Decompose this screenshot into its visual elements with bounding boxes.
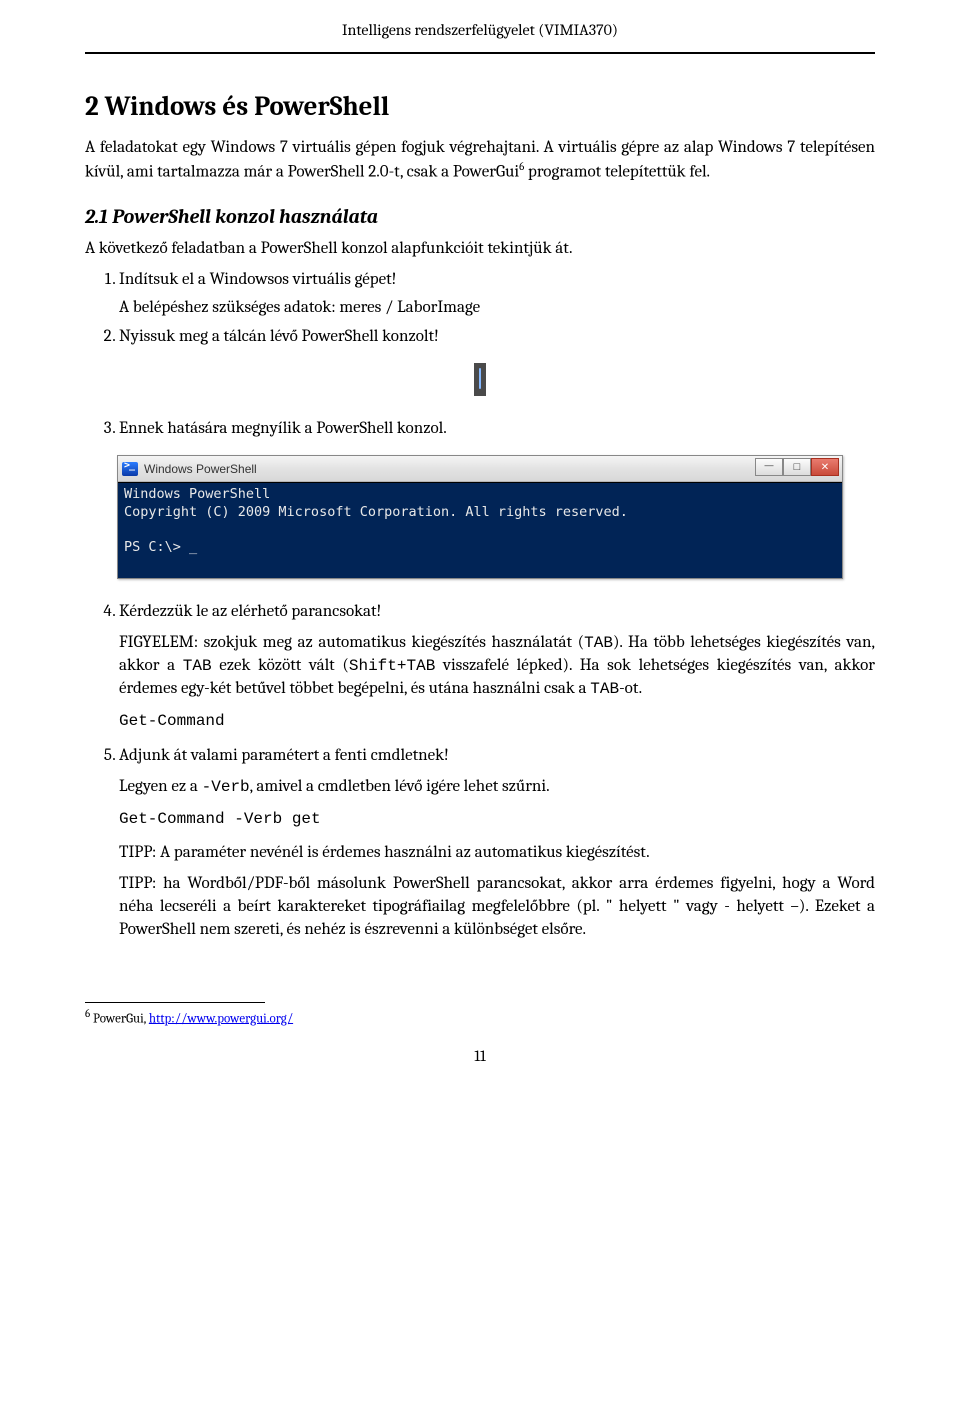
powershell-window-icon [122, 462, 138, 476]
step-5-sub: Legyen ez a -Verb, amivel a cmdletben lé… [119, 776, 875, 799]
powershell-taskbar-icon-figure [85, 363, 875, 396]
step-1-sub: A belépéshez szükséges adatok: meres / L… [119, 297, 875, 320]
step-3: Ennek hatására megnyílik a PowerShell ko… [119, 418, 875, 441]
key-tab-1: TAB [584, 634, 613, 652]
verb-flag: -Verb [202, 778, 250, 796]
step-4-text: Kérdezzük le az elérhető parancsokat! [119, 602, 381, 621]
intro-text-a: A feladatokat egy Windows 7 virtuális gé… [85, 138, 875, 182]
intro-text-b: programot telepítettük fel. [524, 163, 710, 182]
footnote-separator [85, 1002, 265, 1003]
minimize-button [755, 458, 783, 476]
note-a: FIGYELEM: szokjuk meg az automatikus kie… [119, 633, 584, 652]
step-5-sub-b: , amivel a cmdletben lévő igére lehet sz… [250, 777, 550, 796]
section-heading: 2 Windows és PowerShell [85, 89, 875, 125]
key-tab-2: TAB [183, 657, 212, 675]
note-c: ezek között vált ( [212, 656, 349, 675]
step-2-text: Nyissuk meg a tálcán lévő PowerShell kon… [119, 327, 439, 346]
console-output: Windows PowerShell Copyright (C) 2009 Mi… [118, 482, 842, 578]
console-line-1: Windows PowerShell [124, 486, 270, 502]
step-2: Nyissuk meg a tálcán lévő PowerShell kon… [119, 326, 875, 349]
key-shift-tab: Shift+TAB [349, 657, 435, 675]
tip-2: TIPP: ha Wordből/PDF-ből másolunk PowerS… [119, 873, 875, 942]
console-line-2: Copyright (C) 2009 Microsoft Corporation… [124, 504, 628, 520]
close-button [811, 458, 839, 476]
console-prompt: PS C:\> _ [124, 539, 197, 555]
step-5: Adjunk át valami paramétert a fenti cmdl… [119, 745, 875, 799]
footnote-link[interactable]: http://www.powergui.org/ [149, 1011, 293, 1026]
step-4-note: FIGYELEM: szokjuk meg az automatikus kie… [119, 632, 875, 701]
footnote-label: PowerGui, [90, 1011, 149, 1026]
powershell-window-screenshot: Windows PowerShell Windows PowerShell Co… [117, 455, 843, 579]
footnote-6: 6 PowerGui, http://www.powergui.org/ [85, 1007, 875, 1028]
tip-1: TIPP: A paraméter nevénél is érdemes has… [119, 842, 875, 865]
note-e: -ot. [619, 679, 642, 698]
page-number: 11 [85, 1046, 875, 1068]
step-5-sub-a: Legyen ez a [119, 777, 202, 796]
step-5-text: Adjunk át valami paramétert a fenti cmdl… [119, 746, 449, 765]
intro-paragraph: A feladatokat egy Windows 7 virtuális gé… [85, 137, 875, 185]
konzol-intro: A következő feladatban a PowerShell konz… [85, 238, 875, 261]
window-titlebar: Windows PowerShell [118, 456, 842, 482]
subsection-heading: 2.1 PowerShell konzol használata [85, 203, 875, 230]
key-tab-3: TAB [590, 680, 619, 698]
window-title: Windows PowerShell [144, 461, 257, 477]
page-header: Intelligens rendszerfelügyelet (VIMIA370… [85, 20, 875, 54]
maximize-button [783, 458, 811, 476]
step-4: Kérdezzük le az elérhető parancsokat! FI… [119, 601, 875, 701]
code-get-command: Get-Command [119, 711, 875, 733]
step-1: Indítsuk el a Windowsos virtuális gépet!… [119, 269, 875, 321]
powershell-icon [474, 363, 486, 396]
step-3-text: Ennek hatására megnyílik a PowerShell ko… [119, 419, 447, 438]
step-1-text: Indítsuk el a Windowsos virtuális gépet! [119, 270, 397, 289]
code-get-command-verb: Get-Command -Verb get [119, 809, 875, 831]
